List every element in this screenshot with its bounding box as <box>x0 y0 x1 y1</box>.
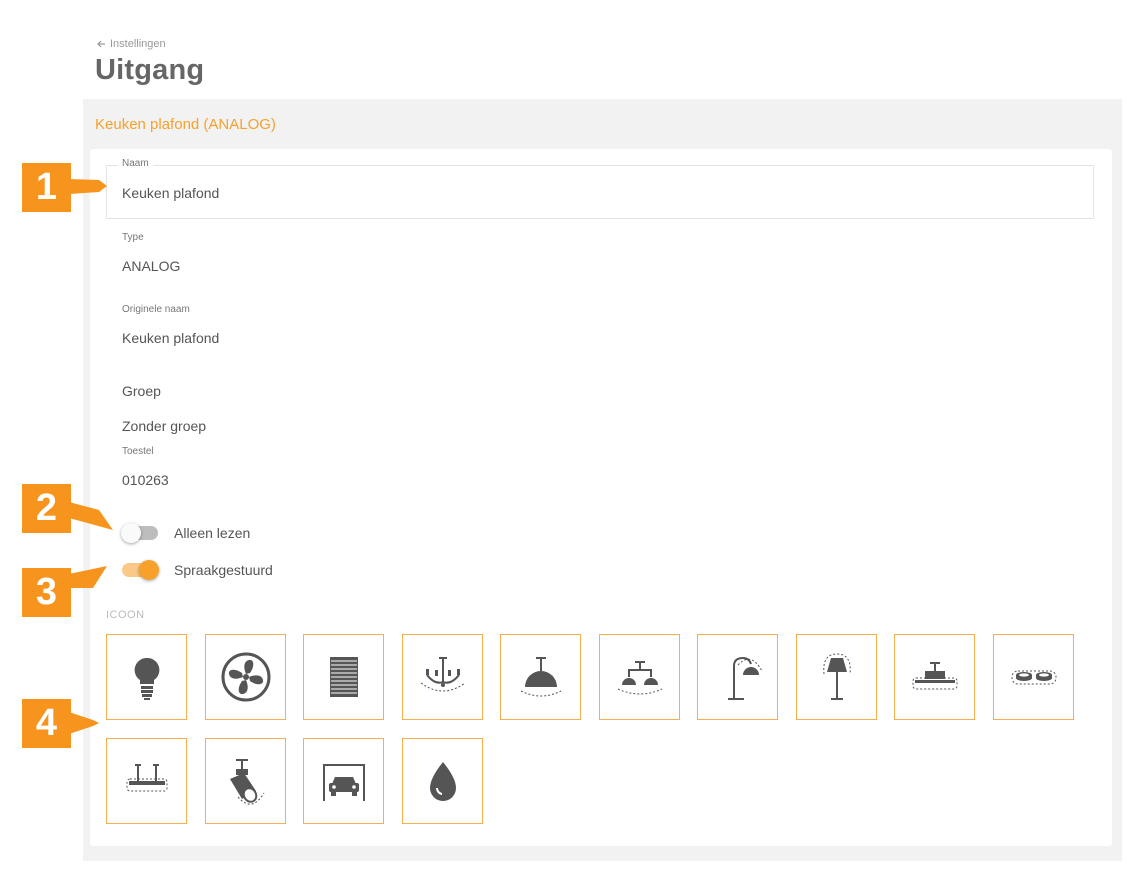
icon-option-water-drop[interactable] <box>402 738 483 824</box>
icon-option-shutter[interactable] <box>303 634 384 720</box>
icon-option-ceiling-light[interactable] <box>894 634 975 720</box>
toggle-knob <box>121 523 141 543</box>
read-only-toggle[interactable] <box>121 523 158 543</box>
callout-3: 3 <box>22 568 71 617</box>
icon-option-spotlights[interactable] <box>993 634 1074 720</box>
callout-arrow-4 <box>69 712 99 734</box>
callout-arrow-3 <box>69 566 107 588</box>
panel-title: Keuken plafond (ANALOG) <box>95 116 276 133</box>
back-link-label: Instellingen <box>110 38 166 50</box>
icon-option-pendant-lamp[interactable] <box>500 634 581 720</box>
pendant-lamp-icon <box>520 657 561 697</box>
garage-icon <box>322 764 365 801</box>
type-value: ANALOG <box>122 258 181 274</box>
callout-arrow-2 <box>69 502 113 530</box>
original-name-label: Originele naam <box>122 304 190 315</box>
chandelier-icon <box>420 657 465 692</box>
voice-control-toggle[interactable] <box>122 560 159 580</box>
icon-section-label: ICOON <box>106 609 145 621</box>
icon-option-chandelier[interactable] <box>402 634 483 720</box>
page-title: Uitgang <box>95 54 205 86</box>
group-select[interactable]: Zonder groep <box>122 418 206 434</box>
voice-control-label: Spraakgestuurd <box>174 562 273 578</box>
suspended-light-icon <box>126 764 167 792</box>
spot-icon <box>229 759 264 805</box>
callout-arrow-1 <box>69 179 107 194</box>
toggle-knob <box>139 560 159 580</box>
device-label: Toestel <box>122 446 154 457</box>
water-drop-icon <box>429 762 456 801</box>
arc-lamp-icon <box>727 656 762 700</box>
icon-option-floor-lamp[interactable] <box>796 634 877 720</box>
name-field[interactable] <box>106 165 1094 219</box>
icon-option-garage[interactable] <box>303 738 384 824</box>
original-name-value: Keuken plafond <box>122 330 220 346</box>
type-label: Type <box>122 232 144 243</box>
name-field-value[interactable]: Keuken plafond <box>122 185 219 201</box>
spotlights-icon <box>1011 670 1056 685</box>
callout-1: 1 <box>22 163 71 212</box>
icon-option-suspended-light[interactable] <box>106 738 187 824</box>
arrow-left-icon <box>97 40 105 48</box>
shutter-icon <box>329 657 358 697</box>
fan-icon <box>221 652 270 702</box>
group-label: Groep <box>122 383 161 399</box>
icon-option-light-bulb[interactable] <box>106 634 187 720</box>
back-link[interactable]: Instellingen <box>96 38 166 50</box>
ceiling-light-icon <box>912 662 957 690</box>
read-only-label: Alleen lezen <box>174 525 251 541</box>
icon-option-double-pendant-lamp[interactable] <box>599 634 680 720</box>
light-bulb-icon <box>134 657 159 700</box>
icon-option-fan[interactable] <box>205 634 286 720</box>
name-field-label: Naam <box>118 158 153 169</box>
double-pendant-lamp-icon <box>617 661 662 695</box>
device-value: 010263 <box>122 472 169 488</box>
callout-2: 2 <box>22 484 71 533</box>
icon-option-arc-lamp[interactable] <box>697 634 778 720</box>
floor-lamp-icon <box>822 653 851 700</box>
callout-4: 4 <box>22 699 71 748</box>
icon-option-spot[interactable] <box>205 738 286 824</box>
